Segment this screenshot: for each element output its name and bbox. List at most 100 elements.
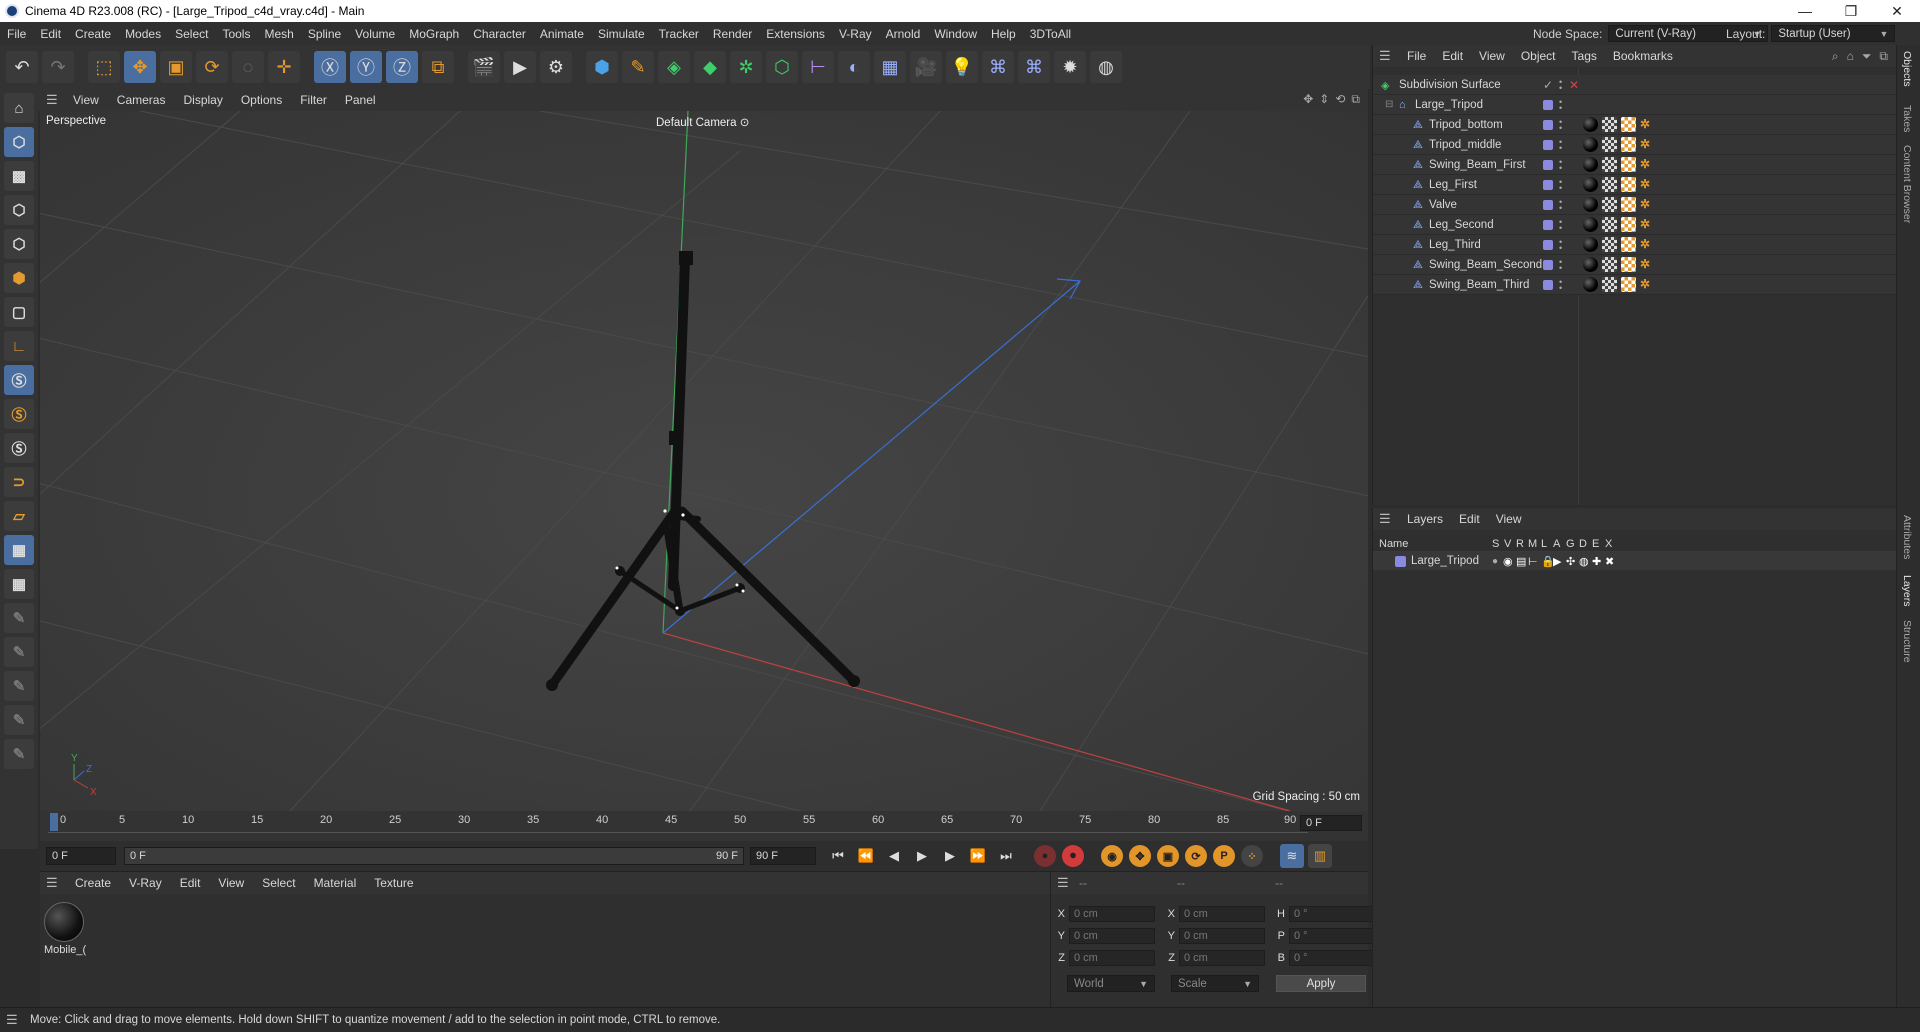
texture-tag-icon[interactable] xyxy=(1621,177,1636,192)
texture-tag-icon[interactable] xyxy=(1621,217,1636,232)
layer-menu-layers[interactable]: Layers xyxy=(1399,512,1451,526)
new-window-icon[interactable]: ⧉ xyxy=(1879,49,1888,64)
subdivision-button[interactable]: ◈ xyxy=(658,51,690,83)
menu-window[interactable]: Window xyxy=(927,27,984,41)
globe-button[interactable]: ◍ xyxy=(1090,51,1122,83)
frame-ruler[interactable]: 0 5 10 15 20 25 30 35 40 45 50 55 60 65 … xyxy=(48,811,1308,833)
material-tag-icon[interactable] xyxy=(1583,257,1598,272)
visibility-dots[interactable]: • • xyxy=(1559,158,1563,173)
pos-z-field[interactable]: 0 cm xyxy=(1069,950,1155,966)
floor-button[interactable]: ▦ xyxy=(874,51,906,83)
home-icon[interactable]: ⌂ xyxy=(1847,49,1854,64)
light-button[interactable]: 💡 xyxy=(946,51,978,83)
menu-edit[interactable]: Edit xyxy=(33,27,68,41)
menu-mograph[interactable]: MoGraph xyxy=(402,27,466,41)
material-tag-icon[interactable] xyxy=(1583,177,1598,192)
layer-color-swatch[interactable] xyxy=(1543,180,1553,190)
menu-volume[interactable]: Volume xyxy=(348,27,402,41)
object-row[interactable]: ⟁ Swing_Beam_First • • ✲ xyxy=(1373,155,1897,175)
extra-tool-button[interactable]: ✎ xyxy=(4,739,34,769)
snap-button[interactable]: Ⓢ xyxy=(4,365,34,395)
material-menu-material[interactable]: Material xyxy=(305,876,366,890)
pan-view-icon[interactable]: ✥ xyxy=(1303,92,1313,107)
camera-button[interactable]: 🎥 xyxy=(910,51,942,83)
object-row[interactable]: ⟁ Tripod_bottom • • ✲ xyxy=(1373,115,1897,135)
material-menu-vray[interactable]: V-Ray xyxy=(120,876,171,890)
material-menu-texture[interactable]: Texture xyxy=(365,876,422,890)
vray-tag-icon[interactable]: ✲ xyxy=(1640,137,1655,152)
maximize-button[interactable]: ❐ xyxy=(1828,3,1874,20)
hamburger-icon[interactable]: ☰ xyxy=(6,1012,20,1028)
menu-character[interactable]: Character xyxy=(466,27,533,41)
next-frame-button[interactable]: ▶ xyxy=(938,844,962,868)
tab-layers[interactable]: Layers xyxy=(1901,575,1913,607)
go-to-start-button[interactable]: ⏮ xyxy=(826,844,850,868)
auto-keying-button[interactable]: ⏺ xyxy=(1062,845,1084,867)
visibility-dots[interactable]: • • xyxy=(1559,78,1563,93)
hamburger-icon[interactable]: ☰ xyxy=(1057,875,1071,891)
vray-tag-icon[interactable]: ✲ xyxy=(1640,177,1655,192)
field-button[interactable]: ◐ xyxy=(838,51,870,83)
live-selection-button[interactable]: ⬚ xyxy=(88,51,120,83)
deformer-button[interactable]: ⊢ xyxy=(802,51,834,83)
manager-icon[interactable]: ⊢ xyxy=(1528,555,1538,568)
workplane-button[interactable]: ▱ xyxy=(4,501,34,531)
hamburger-icon[interactable]: ☰ xyxy=(46,875,60,891)
apply-button[interactable]: Apply xyxy=(1276,975,1366,992)
python-button-2[interactable]: ⌘ xyxy=(1018,51,1050,83)
object-menu-edit[interactable]: Edit xyxy=(1434,49,1471,63)
menu-create[interactable]: Create xyxy=(68,27,118,41)
object-row[interactable]: ⟁ Leg_Second • • ✲ xyxy=(1373,215,1897,235)
point-mode-button[interactable]: ⬡ xyxy=(4,195,34,225)
z-axis-lock-button[interactable]: Ⓩ xyxy=(386,51,418,83)
tab-structure[interactable]: Structure xyxy=(1901,620,1913,663)
coordinate-mode-select[interactable]: World ▼ xyxy=(1067,975,1155,992)
menu-extensions[interactable]: Extensions xyxy=(759,27,832,41)
next-key-button[interactable]: ⏩ xyxy=(966,844,990,868)
rot-b-field[interactable]: 0 ° xyxy=(1289,950,1375,966)
viewport-menu-panel[interactable]: Panel xyxy=(336,93,385,107)
render-settings-button[interactable]: ⚙ xyxy=(540,51,572,83)
axis-mode-button[interactable]: ∟ xyxy=(4,331,34,361)
mograph-button[interactable]: ⬡ xyxy=(766,51,798,83)
layer-color-swatch[interactable] xyxy=(1543,120,1553,130)
vray-tag-icon[interactable]: ✲ xyxy=(1640,157,1655,172)
xref-icon[interactable]: ✖ xyxy=(1605,555,1614,568)
solo-dot-icon[interactable]: ● xyxy=(1492,556,1498,567)
uvw-tag-icon[interactable] xyxy=(1602,277,1617,292)
sculpt-tool-button[interactable]: ✎ xyxy=(4,637,34,667)
previous-frame-button[interactable]: ◀ xyxy=(882,844,906,868)
uvw-tag-icon[interactable] xyxy=(1602,137,1617,152)
visibility-dots[interactable]: • • xyxy=(1559,138,1563,153)
menu-3dtoall[interactable]: 3DToAll xyxy=(1023,27,1078,41)
visibility-dots[interactable]: • • xyxy=(1559,258,1563,273)
undo-button[interactable]: ↶ xyxy=(6,51,38,83)
viewport-menu-display[interactable]: Display xyxy=(174,93,231,107)
texture-tag-icon[interactable] xyxy=(1621,277,1636,292)
visibility-dots[interactable]: • • xyxy=(1559,218,1563,233)
current-frame-field[interactable]: 0 F xyxy=(1300,815,1362,831)
tab-attributes[interactable]: Attributes xyxy=(1901,515,1913,559)
record-keys-button[interactable]: ● xyxy=(1034,845,1056,867)
move-tool-button[interactable]: ✥ xyxy=(124,51,156,83)
x-axis-lock-button[interactable]: Ⓧ xyxy=(314,51,346,83)
uvw-tag-icon[interactable] xyxy=(1602,177,1617,192)
object-row[interactable]: ⟁ Tripod_middle • • ✲ xyxy=(1373,135,1897,155)
pos-y-field[interactable]: 0 cm xyxy=(1069,928,1155,944)
object-row[interactable]: ⊟ ⌂ Large_Tripod • • xyxy=(1373,95,1897,115)
vray-tag-icon[interactable]: ✲ xyxy=(1640,217,1655,232)
render-region-button[interactable]: 🎬 xyxy=(468,51,500,83)
key-scale-button[interactable]: ▣ xyxy=(1157,845,1179,867)
coordinate-system-button[interactable]: ⧉ xyxy=(422,51,454,83)
edge-mode-button[interactable]: ⬡ xyxy=(4,229,34,259)
menu-help[interactable]: Help xyxy=(984,27,1023,41)
object-row[interactable]: ⟁ Swing_Beam_Second • • ✲ xyxy=(1373,255,1897,275)
key-point-level-button[interactable]: ⁘ xyxy=(1241,845,1263,867)
rot-h-field[interactable]: 0 ° xyxy=(1289,906,1375,922)
enable-x-icon[interactable]: ✕ xyxy=(1569,78,1579,92)
viewport-menu-view[interactable]: View xyxy=(64,93,108,107)
layer-row[interactable]: Large_Tripod ● ◉ ▤ ⊢ 🔒 ▶ ✣ ◍ ✚ ✖ xyxy=(1373,552,1897,570)
texture-tag-icon[interactable] xyxy=(1621,157,1636,172)
weight-tool-button[interactable]: ✎ xyxy=(4,671,34,701)
viewport-menu-cameras[interactable]: Cameras xyxy=(108,93,175,107)
